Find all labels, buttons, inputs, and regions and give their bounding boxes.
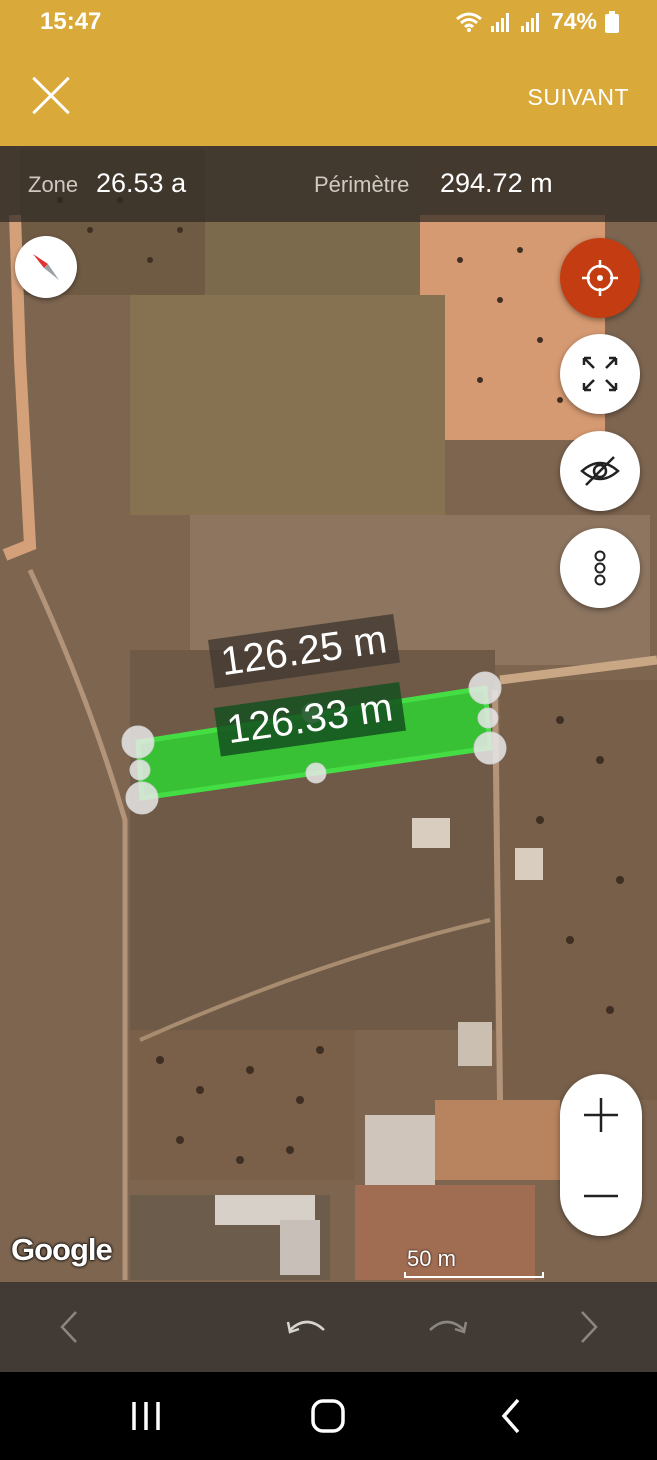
app-bar: SUIVANT: [0, 44, 657, 146]
perimeter-label: Périmètre: [314, 172, 410, 197]
compass-button[interactable]: [15, 236, 77, 298]
more-options-button[interactable]: [560, 528, 640, 608]
vertex-handle[interactable]: [121, 725, 155, 759]
undo-button[interactable]: [282, 1302, 332, 1352]
chevron-left-icon: [60, 1311, 77, 1343]
home-button[interactable]: [306, 1394, 350, 1438]
close-icon[interactable]: [30, 74, 72, 116]
chevron-right-icon: [581, 1311, 598, 1343]
edit-toolbar: [0, 1282, 657, 1372]
signal-icon: [520, 12, 543, 32]
more-vert-icon: [594, 550, 606, 586]
system-nav-bar: [0, 1372, 657, 1460]
area-label: Zone: [28, 172, 79, 197]
battery-percent: 74%: [550, 8, 597, 34]
locate-button[interactable]: [560, 238, 640, 318]
plus-icon: [584, 1098, 618, 1132]
fit-bounds-button[interactable]: [560, 334, 640, 414]
signal-icon: [490, 12, 513, 32]
satellite-map[interactable]: [0, 146, 657, 1372]
zoom-out-button[interactable]: [560, 1155, 642, 1236]
midpoint-handle[interactable]: [305, 762, 327, 784]
eye-off-icon: [580, 456, 620, 486]
previous-button[interactable]: [46, 1302, 96, 1352]
zoom-controls: [560, 1074, 642, 1236]
minus-icon: [584, 1194, 618, 1198]
back-button[interactable]: [490, 1394, 534, 1438]
vertex-handle[interactable]: [473, 731, 507, 765]
vertex-handle[interactable]: [125, 781, 159, 815]
midpoint-handle[interactable]: [477, 707, 499, 729]
zoom-in-button[interactable]: [560, 1074, 642, 1155]
expand-icon: [582, 356, 618, 392]
wifi-icon: [455, 12, 482, 32]
redo-button[interactable]: [422, 1302, 472, 1352]
scale-bar: [404, 1272, 544, 1278]
map-imagery: [0, 146, 657, 1372]
area-value: 26.53 a: [96, 168, 187, 198]
recents-button[interactable]: [124, 1394, 168, 1438]
redo-icon: [429, 1320, 468, 1334]
battery-icon: [605, 10, 619, 33]
google-attribution: Google: [11, 1232, 113, 1267]
next-point-button[interactable]: [562, 1302, 612, 1352]
visibility-button[interactable]: [560, 431, 640, 511]
back-icon: [501, 1398, 520, 1434]
perimeter-value: 294.72 m: [440, 168, 553, 198]
scale-label: 50 m: [407, 1246, 456, 1271]
next-button[interactable]: SUIVANT: [528, 84, 629, 111]
target-icon: [582, 260, 618, 296]
status-icons: 74%: [455, 8, 619, 35]
status-bar: 15:47 74%: [0, 0, 657, 44]
compass-icon: [33, 254, 59, 280]
home-icon: [311, 1399, 345, 1433]
recents-icon: [132, 1402, 160, 1430]
status-time: 15:47: [40, 8, 102, 35]
undo-icon: [286, 1320, 325, 1334]
measurement-info-bar: Zone 26.53 a Périmètre 294.72 m: [0, 146, 657, 222]
vertex-handle[interactable]: [468, 671, 502, 705]
midpoint-handle[interactable]: [129, 759, 151, 781]
